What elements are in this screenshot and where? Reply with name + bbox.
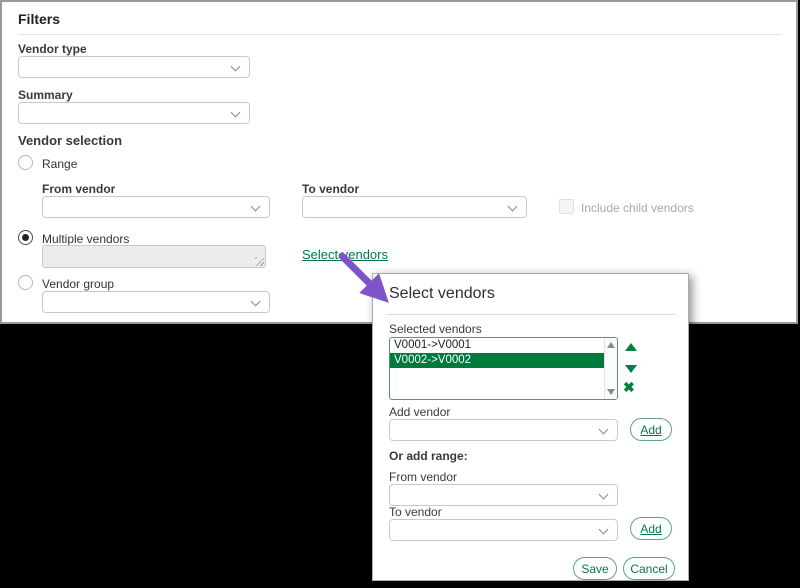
list-item[interactable]: V0002->V0002 bbox=[390, 353, 617, 368]
dialog-divider bbox=[386, 314, 675, 315]
dialog-from-vendor-label: From vendor bbox=[389, 470, 457, 484]
vendor-type-select[interactable] bbox=[18, 56, 250, 78]
from-vendor-label: From vendor bbox=[42, 182, 115, 196]
selected-vendors-listbox[interactable]: V0001->V0001 V0002->V0002 bbox=[389, 337, 618, 400]
to-vendor-select[interactable] bbox=[302, 196, 527, 218]
or-add-range-label: Or add range: bbox=[389, 449, 468, 463]
chevron-down-icon bbox=[599, 425, 609, 435]
vendor-group-radio[interactable] bbox=[18, 275, 33, 290]
remove-vendor-button[interactable]: ✖ bbox=[623, 379, 635, 396]
selected-vendors-label: Selected vendors bbox=[389, 322, 482, 336]
move-down-button[interactable] bbox=[625, 365, 637, 373]
range-radio-label: Range bbox=[42, 157, 77, 171]
save-button[interactable]: Save bbox=[573, 557, 617, 580]
chevron-down-icon bbox=[599, 525, 609, 535]
chevron-down-icon bbox=[508, 202, 518, 212]
chevron-down-icon bbox=[231, 108, 241, 118]
select-vendors-link[interactable]: Select vendors bbox=[302, 247, 388, 262]
from-vendor-select[interactable] bbox=[42, 196, 270, 218]
to-vendor-label: To vendor bbox=[302, 182, 359, 196]
chevron-down-icon bbox=[251, 297, 261, 307]
multiple-vendors-radio[interactable] bbox=[18, 230, 33, 245]
add-range-button[interactable]: Add bbox=[630, 517, 672, 540]
filters-title: Filters bbox=[18, 11, 60, 27]
vendor-type-label: Vendor type bbox=[18, 42, 87, 56]
scroll-down-icon[interactable] bbox=[607, 389, 615, 395]
select-vendors-dialog: Select vendors Selected vendors V0001->V… bbox=[372, 273, 689, 581]
dialog-to-vendor-label: To vendor bbox=[389, 505, 442, 519]
add-vendor-label: Add vendor bbox=[389, 405, 450, 419]
include-child-vendors-checkbox[interactable] bbox=[559, 199, 574, 214]
move-up-button[interactable] bbox=[625, 343, 637, 351]
multiple-vendors-radio-label: Multiple vendors bbox=[42, 232, 129, 246]
dialog-title: Select vendors bbox=[389, 285, 495, 303]
listbox-scrollbar[interactable] bbox=[604, 338, 617, 399]
include-child-vendors-label: Include child vendors bbox=[581, 201, 694, 215]
resize-grip-icon[interactable] bbox=[255, 257, 264, 266]
scroll-up-icon[interactable] bbox=[607, 342, 615, 348]
vendor-group-radio-label: Vendor group bbox=[42, 277, 114, 291]
range-radio[interactable] bbox=[18, 155, 33, 170]
summary-select[interactable] bbox=[18, 102, 250, 124]
chevron-down-icon bbox=[599, 490, 609, 500]
chevron-down-icon bbox=[251, 202, 261, 212]
dialog-to-vendor-select[interactable] bbox=[389, 519, 618, 541]
cancel-button[interactable]: Cancel bbox=[623, 557, 675, 580]
filters-divider bbox=[18, 34, 782, 35]
vendor-selection-heading: Vendor selection bbox=[18, 133, 122, 148]
add-vendor-button[interactable]: Add bbox=[630, 418, 672, 441]
add-vendor-select[interactable] bbox=[389, 419, 618, 441]
dialog-from-vendor-select[interactable] bbox=[389, 484, 618, 506]
list-item[interactable]: V0001->V0001 bbox=[390, 338, 617, 353]
summary-label: Summary bbox=[18, 88, 73, 102]
chevron-down-icon bbox=[231, 62, 241, 72]
multiple-vendors-textarea[interactable] bbox=[42, 245, 266, 268]
vendor-group-select[interactable] bbox=[42, 291, 270, 313]
